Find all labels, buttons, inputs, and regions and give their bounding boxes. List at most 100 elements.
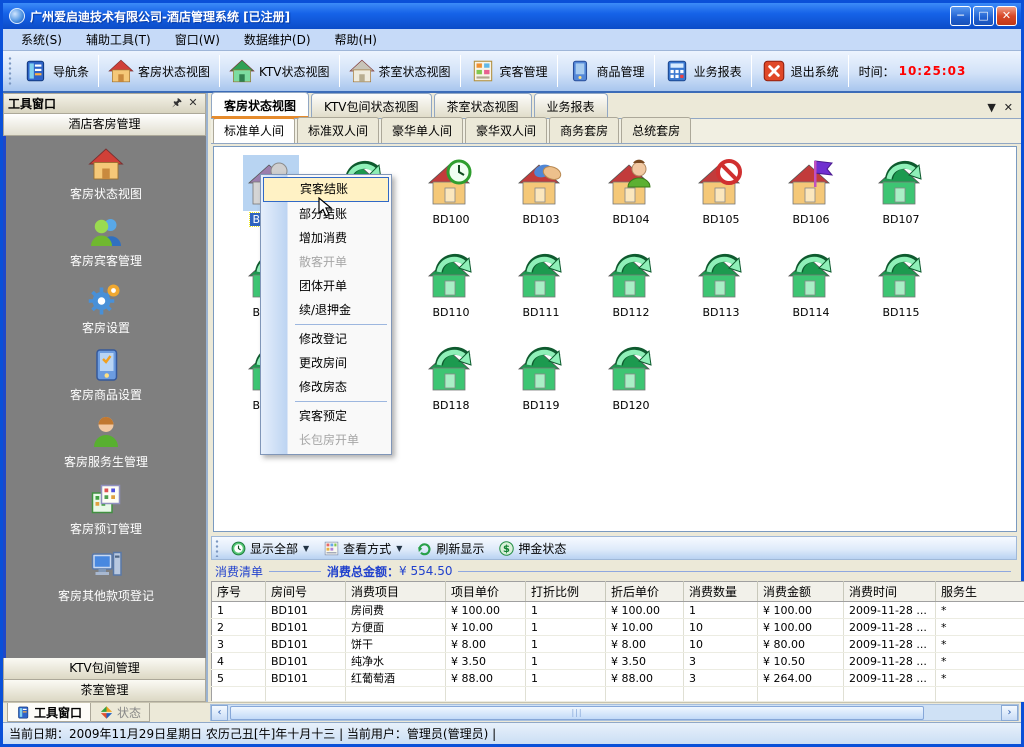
scroll-right-icon[interactable]: › [1001, 705, 1018, 721]
toolbar-button-label: 茶室状态视图 [379, 63, 451, 80]
room-BD103[interactable]: BD103 [496, 155, 586, 248]
context-menu-item-增加消费[interactable]: 增加消费 [263, 226, 389, 250]
close-icon[interactable]: ✕ [185, 96, 201, 111]
sidebar-group-hotel-rooms[interactable]: 酒店客房管理 [3, 114, 206, 136]
table-column-header[interactable]: 服务生 [936, 582, 1024, 602]
table-row[interactable]: 2BD101方便面¥ 10.001¥ 10.0010¥ 100.002009-1… [212, 619, 1024, 636]
context-menu-item-宾客预定[interactable]: 宾客预定 [263, 404, 389, 428]
menu-item-1[interactable]: 系统(S) [9, 29, 74, 50]
sidebar-item-computer[interactable]: 客房其他款项登记 [6, 548, 206, 604]
roomlist-button-viewmode[interactable]: 查看方式▼ [316, 540, 409, 557]
table-cell: 房间费 [346, 602, 446, 619]
toolbar-button-goods-mgmt[interactable]: 商品管理 [560, 55, 652, 87]
room-BD120[interactable]: BD120 [586, 341, 676, 434]
table-column-header[interactable]: 打折比例 [526, 582, 606, 602]
toolbar-grip[interactable] [215, 539, 220, 557]
room-BD112[interactable]: BD112 [586, 248, 676, 341]
dock-tab-状态[interactable]: 状态 [91, 703, 150, 722]
subtab-标准双人间[interactable]: 标准双人间 [297, 117, 379, 143]
toolbar-button-navigator[interactable]: 导航条 [16, 55, 96, 87]
close-button[interactable]: ✕ [996, 6, 1017, 26]
table-cell: 10 [684, 636, 758, 653]
room-BD119[interactable]: BD119 [496, 341, 586, 434]
subtab-豪华双人间[interactable]: 豪华双人间 [465, 117, 547, 143]
table-row[interactable]: 5BD101红葡萄酒¥ 88.001¥ 88.003¥ 264.002009-1… [212, 670, 1024, 687]
subtab-豪华单人间[interactable]: 豪华单人间 [381, 117, 463, 143]
subtab-标准单人间[interactable]: 标准单人间 [213, 117, 295, 143]
room-BD107[interactable]: BD107 [856, 155, 946, 248]
table-cell [266, 687, 346, 702]
dock-tab-工具窗口[interactable]: 工具窗口 [7, 703, 91, 722]
context-menu-item-团体开单[interactable]: 团体开单 [263, 274, 389, 298]
table-row[interactable]: 4BD101纯净水¥ 3.501¥ 3.503¥ 10.502009-11-28… [212, 653, 1024, 670]
menu-item-2[interactable]: 辅助工具(T) [74, 29, 163, 50]
tab-KTV包间状态视图[interactable]: KTV包间状态视图 [311, 93, 431, 118]
toolbar-grip[interactable] [8, 56, 13, 86]
scroll-left-icon[interactable]: ‹ [211, 705, 228, 721]
room-BD114[interactable]: BD114 [766, 248, 856, 341]
tab-客房状态视图[interactable]: 客房状态视图 [211, 92, 309, 118]
table-row[interactable]: 3BD101饼干¥ 8.001¥ 8.0010¥ 80.002009-11-28… [212, 636, 1024, 653]
sidebar-group-bar-2[interactable]: 茶室管理 [3, 680, 206, 702]
time-value: 10:25:03 [899, 64, 967, 78]
toolbar-button-ktv-status[interactable]: KTV状态视图 [222, 55, 336, 87]
room-BD106[interactable]: BD106 [766, 155, 856, 248]
context-menu-item-修改登记[interactable]: 修改登记 [263, 327, 389, 351]
room-BD111[interactable]: BD111 [496, 248, 586, 341]
room-label: BD107 [880, 213, 921, 226]
table-row-empty [212, 687, 1024, 702]
room-label: BD104 [610, 213, 651, 226]
room-BD105[interactable]: BD105 [676, 155, 766, 248]
roomlist-button-clock[interactable]: 显示全部▼ [223, 540, 316, 557]
tab-close-icon[interactable]: ✕ [1004, 101, 1013, 114]
room-BD104[interactable]: BD104 [586, 155, 676, 248]
table-column-header[interactable]: 消费项目 [346, 582, 446, 602]
sidebar-item-house-red[interactable]: 客房状态视图 [6, 146, 206, 202]
subtab-总统套房[interactable]: 总统套房 [621, 117, 691, 143]
tab-茶室状态视图[interactable]: 茶室状态视图 [434, 93, 532, 118]
toolbar-button-tea-status[interactable]: 茶室状态视图 [342, 55, 458, 87]
toolbar-button-report[interactable]: 业务报表 [657, 55, 749, 87]
menu-item-4[interactable]: 数据维护(D) [232, 29, 323, 50]
sidebar-item-waiter[interactable]: 客房服务生管理 [6, 414, 206, 470]
menu-item-5[interactable]: 帮助(H) [323, 29, 389, 50]
sidebar-group-bar-1[interactable]: KTV包间管理 [3, 658, 206, 680]
table-column-header[interactable]: 折后单价 [606, 582, 684, 602]
toolbar-button-guest-mgmt[interactable]: 宾客管理 [463, 55, 555, 87]
minimize-button[interactable]: ─ [950, 6, 971, 26]
pin-icon[interactable]: 🖈 [169, 96, 185, 111]
roomlist-button-refresh[interactable]: 刷新显示 [409, 540, 491, 557]
maximize-button[interactable]: □ [973, 6, 994, 26]
sidebar-item-calendar[interactable]: 客房预订管理 [6, 481, 206, 537]
toolbar-button-label: KTV状态视图 [259, 63, 329, 80]
table-cell: * [936, 653, 1024, 670]
room-BD118[interactable]: BD118 [406, 341, 496, 434]
table-column-header[interactable]: 项目单价 [446, 582, 526, 602]
sidebar-item-device[interactable]: 客房商品设置 [6, 347, 206, 403]
table-column-header[interactable]: 消费时间 [844, 582, 936, 602]
toolbar-button-room-status[interactable]: 客房状态视图 [101, 55, 217, 87]
scrollbar-thumb[interactable]: ||| [230, 706, 924, 720]
subtab-商务套房[interactable]: 商务套房 [549, 117, 619, 143]
context-menu-item-续/退押金[interactable]: 续/退押金 [263, 298, 389, 322]
toolbar-button-exit[interactable]: 退出系统 [754, 55, 846, 87]
table-column-header[interactable]: 消费金额 [758, 582, 844, 602]
table-column-header[interactable]: 消费数量 [684, 582, 758, 602]
table-row[interactable]: 1BD101房间费¥ 100.001¥ 100.001¥ 100.002009-… [212, 602, 1024, 619]
tab-业务报表[interactable]: 业务报表 [534, 93, 608, 118]
table-column-header[interactable]: 序号 [212, 582, 266, 602]
roomlist-button-dollar[interactable]: $押金状态 [491, 540, 573, 557]
context-menu-item-更改房间[interactable]: 更改房间 [263, 351, 389, 375]
sidebar-item-people[interactable]: 客房宾客管理 [6, 213, 206, 269]
table-cell: ¥ 10.50 [758, 653, 844, 670]
room-BD110[interactable]: BD110 [406, 248, 496, 341]
room-BD113[interactable]: BD113 [676, 248, 766, 341]
tab-dropdown-icon[interactable]: ▼ [987, 101, 995, 114]
menu-item-3[interactable]: 窗口(W) [163, 29, 232, 50]
room-BD115[interactable]: BD115 [856, 248, 946, 341]
horizontal-scrollbar[interactable]: ‹ ||| › [210, 704, 1019, 721]
context-menu-item-修改房态[interactable]: 修改房态 [263, 375, 389, 399]
room-BD100[interactable]: BD100 [406, 155, 496, 248]
table-column-header[interactable]: 房间号 [266, 582, 346, 602]
sidebar-item-gears[interactable]: 客房设置 [6, 280, 206, 336]
